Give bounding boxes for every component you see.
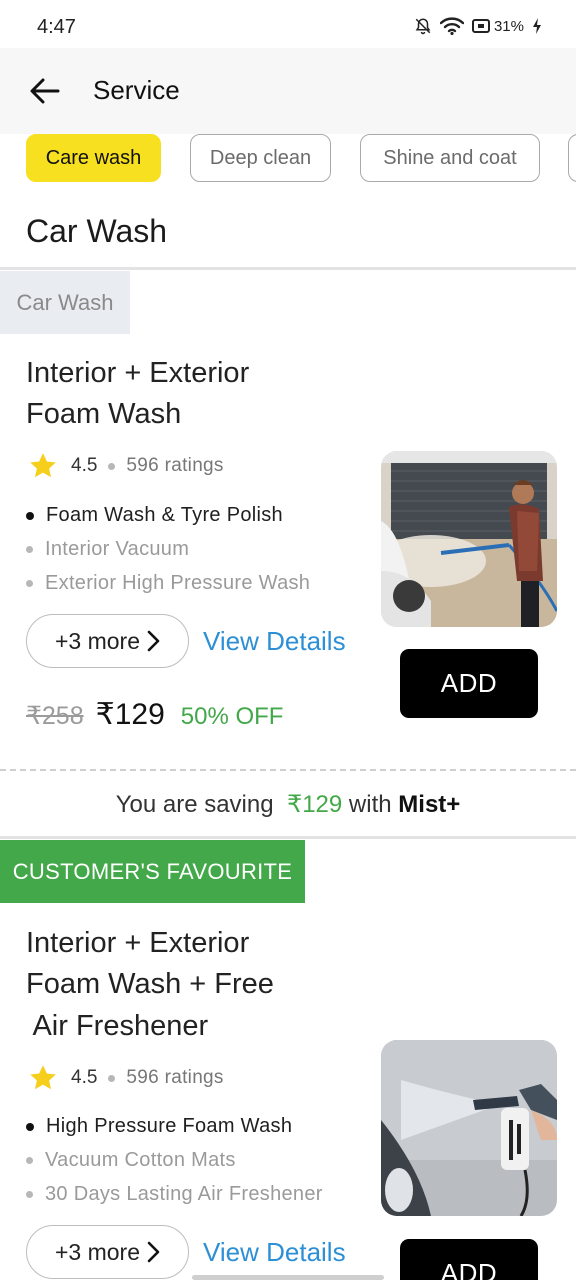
service-image-foam-wash [381,451,557,627]
service-photo [381,451,557,627]
star-icon [30,453,56,478]
more-features-button[interactable]: +3 more [26,614,189,668]
bullet [26,1157,33,1164]
category-tag: Car Wash [0,271,130,334]
feature-item: Exterior High Pressure Wash [26,572,310,595]
service-title-line: Interior + Exterior [26,357,250,389]
feature-text: 30 Days Lasting Air Freshener [45,1183,323,1205]
separator-dot [108,1074,116,1082]
arrow-left-icon [30,78,60,104]
bullet [26,1191,33,1198]
ratings-count: 596 ratings [126,455,224,476]
bell-muted-icon [415,18,431,35]
divider [0,836,576,839]
status-bar: 4:47 31% [0,0,576,48]
app-header: Service [0,48,576,134]
feature-item: Vacuum Cotton Mats [26,1149,236,1172]
separator-dot [108,462,116,470]
add-button[interactable]: ADD [400,649,538,718]
original-price: ₹258 [26,702,84,730]
rating-value: 4.5 [71,455,98,476]
service-image-foam-cannon [381,1040,557,1216]
price-row: ₹258 ₹129 50% OFF [26,697,283,732]
chevron-right-icon [147,630,160,652]
bullet [26,580,33,587]
star-icon [30,1065,56,1090]
service-title-line: Foam Wash + Free [26,968,274,1000]
page-title: Service [93,75,180,105]
discount-label: 50% OFF [180,703,284,730]
ratings-count: 596 ratings [126,1067,224,1088]
chevron-right-icon [147,1241,160,1263]
feature-text: Exterior High Pressure Wash [45,572,311,594]
more-label: +3 more [54,1238,140,1265]
more-features-button[interactable]: +3 more [26,1225,189,1279]
chip-shine-and-coat[interactable]: Shine and coat [360,134,540,182]
bullet [26,546,33,553]
feature-item: High Pressure Foam Wash [26,1115,292,1138]
saving-mid: with [348,791,392,818]
section-title: Car Wash [26,213,168,249]
battery-percent: 31% [493,17,524,35]
favourite-tag: CUSTOMER'S FAVOURITE [0,840,305,903]
feature-item: Foam Wash & Tyre Polish [26,504,283,527]
status-icons: 31% [414,17,542,35]
saving-amount: ₹129 [286,791,343,818]
feature-text: Vacuum Cotton Mats [45,1149,236,1171]
bullet [26,511,34,520]
view-details-link[interactable]: View Details [203,1237,346,1268]
service-photo [381,1040,557,1216]
current-price: ₹129 [95,698,165,731]
wifi-icon [439,17,464,35]
feature-text: Interior Vacuum [45,538,190,560]
service-title-line: Foam Wash [26,398,182,430]
home-indicator[interactable] [192,1275,384,1280]
rating-row: 4.5 596 ratings [28,451,224,481]
feature-item: 30 Days Lasting Air Freshener [26,1183,323,1206]
divider [0,267,576,270]
chip-deep-clean[interactable]: Deep clean [190,134,331,182]
feature-text: Foam Wash & Tyre Polish [46,504,283,526]
rating-row: 4.5 596 ratings [28,1063,224,1093]
service-title-line: Air Freshener [26,1010,209,1042]
more-label: +3 more [54,627,140,654]
bullet [26,1122,34,1131]
dashed-divider [0,769,576,771]
view-details-link[interactable]: View Details [203,626,346,657]
battery-charging-icon [533,18,541,34]
feature-item: Interior Vacuum [26,538,189,561]
membership-brand: Mist+ [398,791,461,818]
chip-care-wash[interactable]: Care wash [26,134,161,182]
screen-cast-icon [471,19,490,33]
chip-next[interactable] [568,134,576,182]
back-button[interactable] [28,74,62,108]
service-title-line: Interior + Exterior [26,927,250,959]
filter-chips: Care wash Deep clean Shine and coat [0,134,576,184]
feature-text: High Pressure Foam Wash [46,1115,293,1137]
add-button[interactable]: ADD [400,1239,538,1280]
rating-value: 4.5 [71,1067,98,1088]
saving-prefix: You are saving [115,791,274,818]
savings-banner: You are saving ₹129 with Mist+ [0,790,576,819]
status-time: 4:47 [37,16,76,38]
